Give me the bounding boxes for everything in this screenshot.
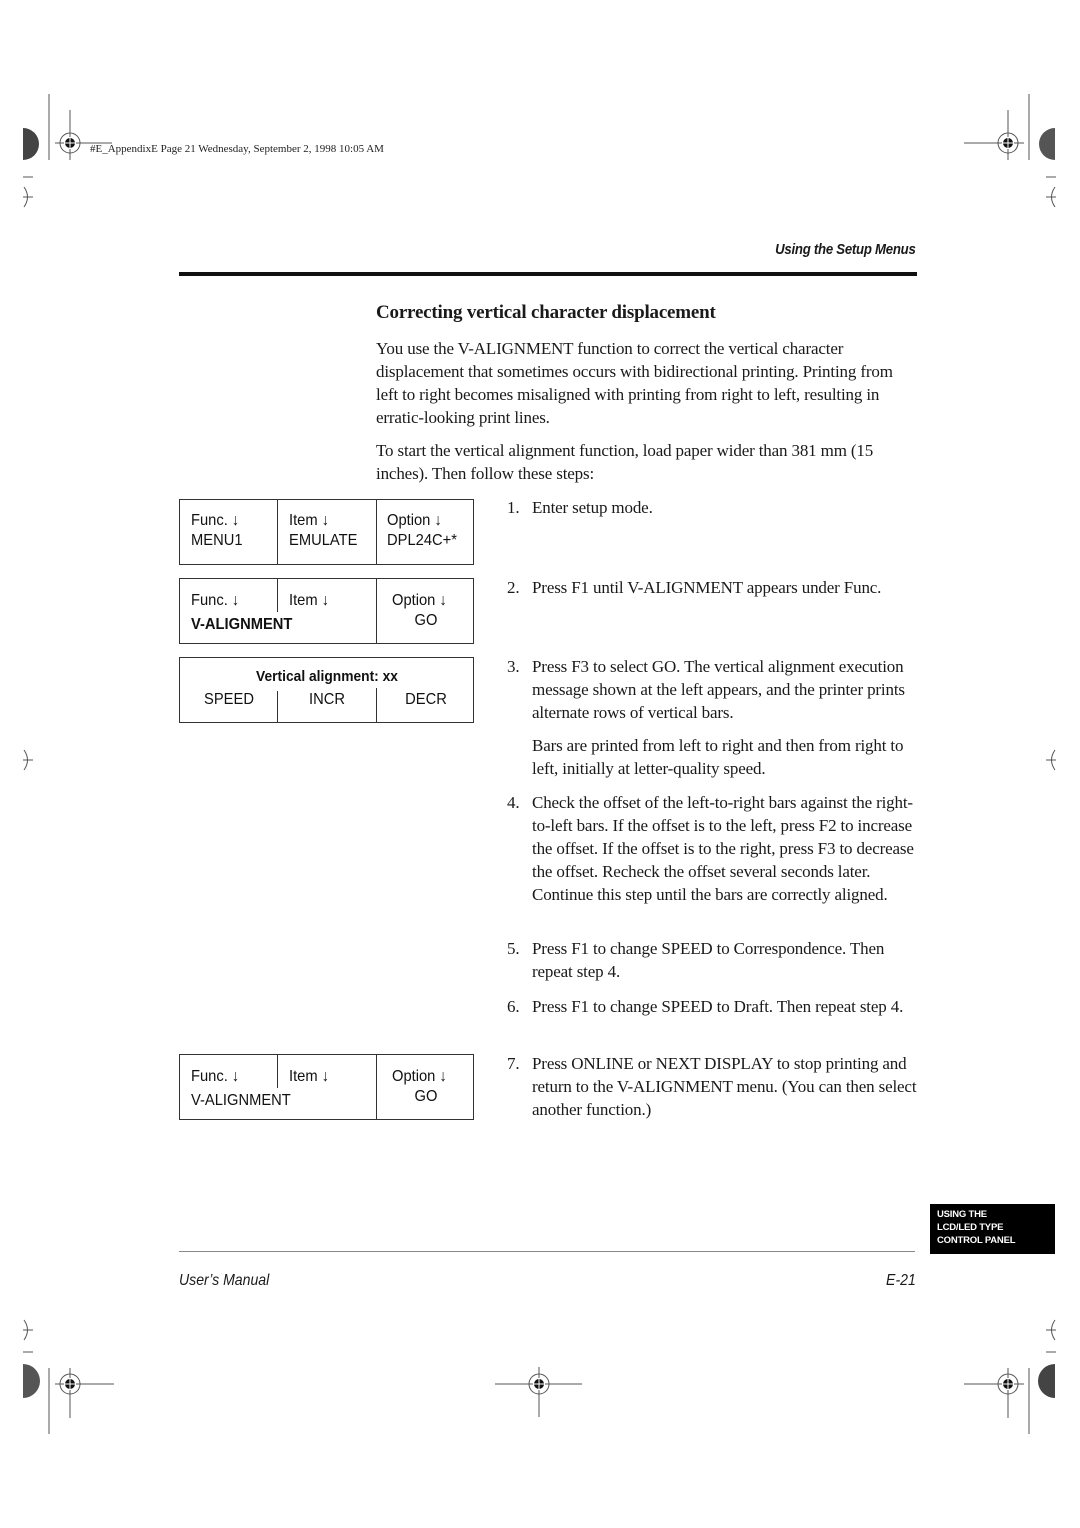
color-bar-mark-icon [1039,128,1055,160]
step-item: 7. Press ONLINE or NEXT DISPLAY to stop … [507,1052,919,1121]
lcd-panel-emulate: Func. ↓ MENU1 Item ↓ EMULATE Option ↓ DP… [179,499,474,565]
chapter-tab-line: LCD/LED TYPE [937,1222,1004,1233]
intro-paragraph: To start the vertical alignment function… [376,439,876,485]
step-number: 6. [507,997,520,1016]
step-number: 7. [507,1054,520,1073]
key-decr: DECR [405,691,447,708]
step-item: 4. Check the offset of the left-to-right… [507,791,919,906]
chapter-tab-line: USING THE [937,1209,987,1220]
running-head: Using the Setup Menus [775,241,917,258]
item-value: EMULATE [289,532,358,549]
intro-paragraph: You use the V-ALIGNMENT function to corr… [376,337,916,429]
section-title: Correcting vertical character displaceme… [376,302,716,323]
step-number: 1. [507,498,520,517]
option-label: Option ↓ [387,512,442,529]
step-item: 1. Enter setup mode. [507,496,919,519]
option-label: Option ↓ [392,592,447,609]
lcd-panel-v-alignment-return: Func. ↓ V-ALIGNMENT Item ↓ Option ↓ GO [179,1054,474,1120]
lcd-panel-execution-message: Vertical alignment: xx SPEED INCR DECR [179,657,474,723]
step-text: Press F1 until V-ALIGNMENT appears under… [532,578,882,597]
step-item: 5. Press F1 to change SPEED to Correspon… [507,937,919,983]
step-text: Check the offset of the left-to-right ba… [532,793,914,904]
key-speed: SPEED [204,691,254,708]
step-text: Press F1 to change SPEED to Draft. Then … [532,997,904,1016]
func-value: V-ALIGNMENT [191,616,293,633]
starburst-mark-icon [1038,1364,1055,1398]
step-text: Press F3 to select GO. The vertical alig… [532,657,905,722]
chapter-tab[interactable]: USING THE LCD/LED TYPE CONTROL PANEL [930,1204,1055,1254]
alignment-message: Vertical alignment: xx [256,668,398,685]
option-value: GO [414,1088,438,1105]
func-label: Func. ↓ [191,512,240,529]
step-number: 2. [507,578,520,597]
print-slug: #E_AppendixE Page 21 Wednesday, Septembe… [90,143,384,155]
page-number: E-21 [886,1272,916,1289]
func-label: Func. ↓ [191,592,240,609]
option-label: Option ↓ [392,1068,447,1085]
step-note: Bars are printed from left to right and … [532,736,904,778]
func-label: Func. ↓ [191,1068,240,1085]
step-item: 3. Press F3 to select GO. The vertical a… [507,655,919,780]
step-number: 4. [507,793,520,812]
footer-rule [179,1251,915,1252]
step-text: Press ONLINE or NEXT DISPLAY to stop pri… [532,1054,917,1119]
func-value: V-ALIGNMENT [191,1092,291,1109]
step-number: 3. [507,657,520,676]
color-bar-mark-icon [23,1364,40,1398]
step-text: Press F1 to change SPEED to Corresponden… [532,939,885,981]
option-value: GO [414,612,438,629]
step-item: 6. Press F1 to change SPEED to Draft. Th… [507,995,919,1018]
step-item: 2. Press F1 until V-ALIGNMENT appears un… [507,576,919,599]
header-rule [179,272,917,276]
option-value: DPL24C+* [387,532,457,549]
key-incr: INCR [309,691,345,708]
step-text: Enter setup mode. [532,498,653,517]
func-value: MENU1 [191,532,243,549]
item-label: Item ↓ [289,512,330,529]
paragraph-text: You use the V-ALIGNMENT function to corr… [376,339,893,427]
lcd-panel-v-alignment: Func. ↓ V-ALIGNMENT Item ↓ Option ↓ GO [179,578,474,644]
chapter-tab-line: CONTROL PANEL [937,1235,1016,1246]
starburst-mark-icon [23,128,39,160]
footer-manual-title: User’s Manual [179,1272,270,1289]
step-number: 5. [507,939,520,958]
paragraph-text: To start the vertical alignment function… [376,441,874,483]
item-label: Item ↓ [289,1068,330,1085]
item-label: Item ↓ [289,592,330,609]
